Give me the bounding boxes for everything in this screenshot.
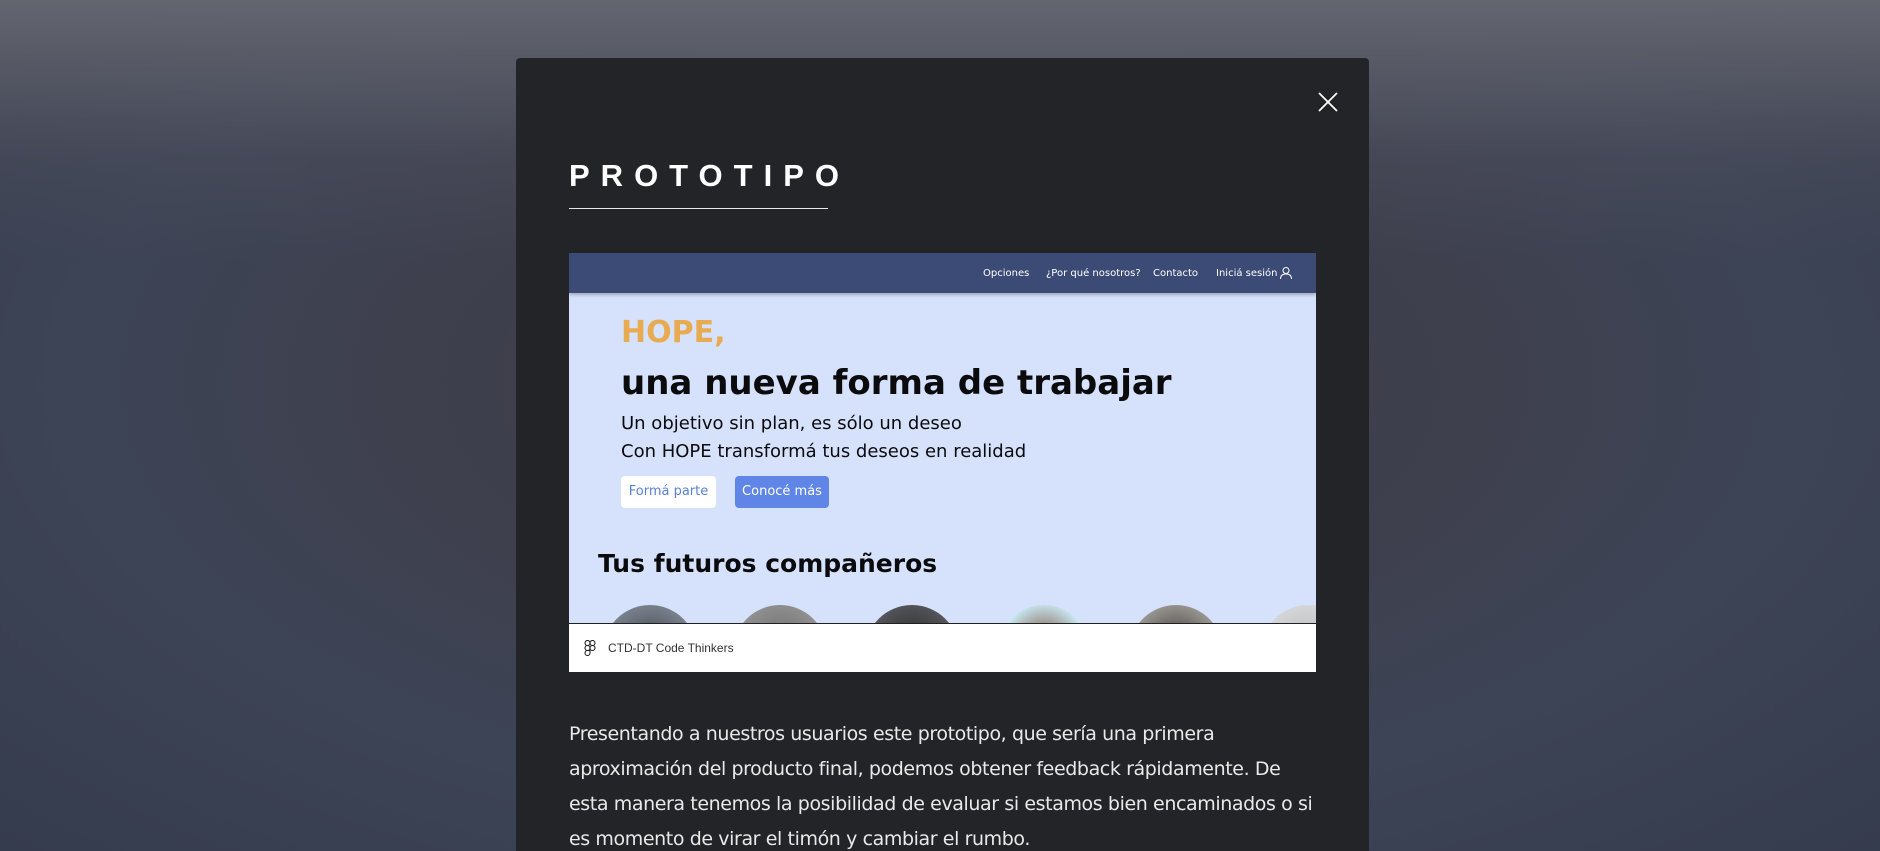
- modal-description: Presentando a nuestros usuarios este pro…: [569, 723, 1313, 850]
- nav-item-opciones[interactable]: Opciones: [983, 268, 1029, 279]
- nav-item-inicia-sesion[interactable]: Iniciá sesión: [1216, 268, 1277, 279]
- prototype-embed[interactable]: Opciones ¿Por qué nosotros? Contacto Ini…: [569, 253, 1316, 672]
- user-icon[interactable]: [1279, 266, 1293, 280]
- conoce-mas-button[interactable]: Conocé más: [735, 476, 829, 508]
- hero-headline: una nueva forma de trabajar: [621, 363, 1172, 403]
- hero-tagline-1: Un objetivo sin plan, es sólo un deseo: [621, 413, 962, 434]
- modal-title: PROTOTIPO: [569, 158, 851, 193]
- prototype-modal: PROTOTIPO Opciones ¿Por qué nosotros? Co…: [516, 58, 1369, 851]
- close-icon[interactable]: [1315, 89, 1341, 115]
- figma-file-name[interactable]: CTD-DT Code Thinkers: [608, 641, 734, 655]
- nav-item-contacto[interactable]: Contacto: [1153, 268, 1198, 279]
- prototype-navbar: Opciones ¿Por qué nosotros? Contacto Ini…: [569, 253, 1316, 293]
- team-heading: Tus futuros compañeros: [598, 549, 938, 578]
- embed-footer: CTD-DT Code Thinkers: [569, 623, 1316, 672]
- figma-icon: [584, 640, 596, 656]
- nav-item-por-que-nosotros[interactable]: ¿Por qué nosotros?: [1046, 268, 1141, 279]
- title-underline: [569, 208, 828, 209]
- forma-parte-button[interactable]: Formá parte: [621, 476, 716, 508]
- hero-brand: HOPE,: [621, 315, 726, 350]
- hero-tagline-2: Con HOPE transformá tus deseos en realid…: [621, 441, 1027, 462]
- close-button[interactable]: [1315, 89, 1341, 115]
